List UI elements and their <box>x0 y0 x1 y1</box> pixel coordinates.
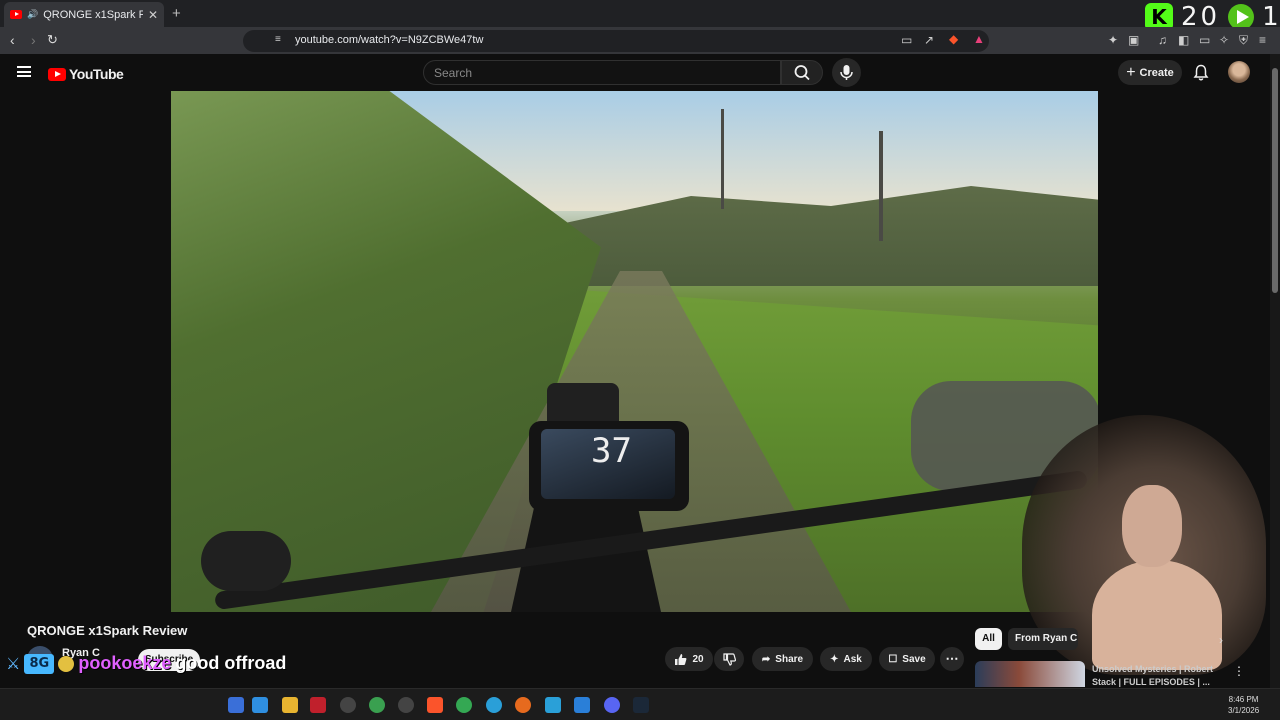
steam-icon[interactable] <box>633 697 649 713</box>
chip-all[interactable]: All <box>975 628 1002 650</box>
chat-text: good offroad <box>175 653 287 673</box>
youtube-wordmark: YouTube <box>69 66 124 82</box>
ask-button[interactable]: ✦ Ask <box>820 647 872 671</box>
youtube-header: YouTube + Create <box>0 54 1270 91</box>
chrome-icon[interactable] <box>456 697 472 713</box>
site-info-icon[interactable]: ≡ <box>275 34 281 45</box>
power-pole <box>721 109 724 209</box>
microphone-icon <box>840 65 853 80</box>
ask-label: Ask <box>843 653 862 665</box>
chip-from-channel[interactable]: From Ryan C <box>1008 628 1078 650</box>
taskbar-app-icon[interactable] <box>310 697 326 713</box>
leo-ai-icon[interactable]: ✧ <box>1219 33 1229 47</box>
brave-rewards-icon[interactable]: ▲ <box>973 32 985 46</box>
browser-toolbar: ‹ › ↻ ☐ ≡ youtube.com/watch?v=N9ZCBWe47t… <box>0 27 1280 54</box>
sparkle-icon: ✦ <box>830 653 839 665</box>
audio-playing-icon[interactable]: 🔊 <box>27 9 38 20</box>
voice-search-button[interactable] <box>832 58 861 87</box>
taskbar-app-icon[interactable] <box>398 697 414 713</box>
clock-date: 3/1/2026 <box>1228 706 1260 715</box>
like-count: 20 <box>692 653 704 665</box>
firefox-icon[interactable] <box>515 697 531 713</box>
address-bar[interactable]: ≡ youtube.com/watch?v=N9ZCBWe47tw ▭ ↗ ◆ … <box>243 30 989 52</box>
screenshot-icon[interactable]: ▣ <box>1128 33 1139 47</box>
extensions-icon[interactable]: ✦ <box>1108 33 1118 47</box>
taskbar-app-icon[interactable] <box>340 697 356 713</box>
sidebar-icon[interactable]: ◧ <box>1178 33 1189 47</box>
browser-menu-icon[interactable]: ≡ <box>1259 33 1266 47</box>
wallet-icon[interactable]: ▭ <box>1199 33 1210 47</box>
sword-badge-icon: ⚔ <box>6 655 21 673</box>
youtube-favicon-icon <box>10 10 22 19</box>
video-left-grip <box>201 531 291 591</box>
like-button[interactable]: 20 <box>665 647 713 671</box>
system-clock[interactable]: 8:46 PM 3/1/2026 <box>1228 694 1259 716</box>
taskbar-app-icon[interactable] <box>252 697 268 713</box>
windows-taskbar: 8:46 PM 3/1/2026 <box>0 688 1280 720</box>
streamer-torso <box>1092 560 1222 670</box>
media-icon[interactable]: ♫ <box>1158 33 1167 47</box>
taskbar-app-icon[interactable] <box>369 697 385 713</box>
search-button[interactable] <box>781 60 823 85</box>
reload-icon[interactable]: ↻ <box>47 32 58 48</box>
brave-browser-icon[interactable] <box>427 697 443 713</box>
video-player[interactable]: 37 <box>171 91 1098 612</box>
vpn-icon[interactable]: ⛨ <box>1239 33 1248 48</box>
taskbar-app-icon[interactable] <box>545 697 561 713</box>
speedometer-readout: 37 <box>591 431 632 471</box>
vscode-icon[interactable] <box>574 697 590 713</box>
discord-icon[interactable] <box>604 697 620 713</box>
chevron-right-icon[interactable]: › <box>1219 633 1223 647</box>
url-text[interactable]: youtube.com/watch?v=N9ZCBWe47tw <box>295 34 483 46</box>
streamer-head <box>1122 485 1182 567</box>
share-button[interactable]: ➦ Share <box>752 647 813 671</box>
brave-shields-icon[interactable]: ◆ <box>949 32 958 46</box>
file-explorer-icon[interactable] <box>282 697 298 713</box>
thumbs-down-icon <box>722 652 736 666</box>
taskbar-app-icon[interactable] <box>228 697 244 713</box>
transmission-tower <box>879 131 883 241</box>
recommendation-thumbnail[interactable] <box>975 661 1085 687</box>
more-actions-button[interactable]: ⋯ <box>940 647 964 671</box>
browser-tab[interactable]: 🔊 QRONGE x1Spark Review - Yo ✕ <box>4 2 164 27</box>
forward-icon[interactable]: › <box>31 32 36 48</box>
create-label: Create <box>1139 66 1174 79</box>
search-input[interactable] <box>434 66 754 80</box>
youtube-play-icon <box>48 67 66 81</box>
chat-username: pookoekze <box>78 653 172 673</box>
scroll-thumb[interactable] <box>1272 68 1278 293</box>
share-page-icon[interactable]: ↗ <box>924 33 934 47</box>
notifications-bell-icon[interactable] <box>1193 64 1209 81</box>
edge-icon[interactable] <box>486 697 502 713</box>
youtube-logo[interactable]: YouTube <box>48 66 124 82</box>
browser-tab-strip: 🔊 QRONGE x1Spark Review - Yo ✕ + K 20 1 <box>0 0 1280 32</box>
plus-icon: + <box>1126 63 1136 81</box>
account-avatar[interactable] <box>1228 61 1250 83</box>
page-scrollbar[interactable] <box>1270 54 1280 688</box>
chat-message: ⚔ 8G pookoekze good offroad <box>6 653 286 674</box>
smiley-badge-icon <box>58 655 75 672</box>
emote-badge-icon: 8G <box>24 653 55 674</box>
clock-time: 8:46 PM <box>1228 695 1259 704</box>
tab-title: QRONGE x1Spark Review - Yo <box>43 8 143 21</box>
hamburger-menu-icon[interactable] <box>17 66 31 77</box>
share-icon: ➦ <box>761 653 771 665</box>
tab-close-icon[interactable]: ✕ <box>148 8 158 22</box>
back-icon[interactable]: ‹ <box>10 32 15 48</box>
new-tab-button[interactable]: + <box>172 5 181 22</box>
save-label: Save <box>902 653 926 665</box>
save-playlist-icon: ☐ <box>888 653 898 665</box>
share-label: Share <box>775 653 804 665</box>
video-title: QRONGE x1Spark Review <box>27 623 188 638</box>
recommendation-title[interactable]: Unsolved Mysteries | Robert Stack | FULL… <box>1092 663 1222 689</box>
more-vertical-icon[interactable]: ⋮ <box>1233 664 1245 678</box>
cast-icon[interactable]: ▭ <box>901 33 912 47</box>
create-button[interactable]: + Create <box>1118 60 1182 85</box>
search-box[interactable] <box>423 60 781 85</box>
dislike-button[interactable] <box>714 647 744 671</box>
more-horizontal-icon: ⋯ <box>945 651 959 666</box>
search-icon <box>794 65 810 81</box>
thumbs-up-icon <box>675 653 687 665</box>
save-button[interactable]: ☐ Save <box>879 647 935 671</box>
